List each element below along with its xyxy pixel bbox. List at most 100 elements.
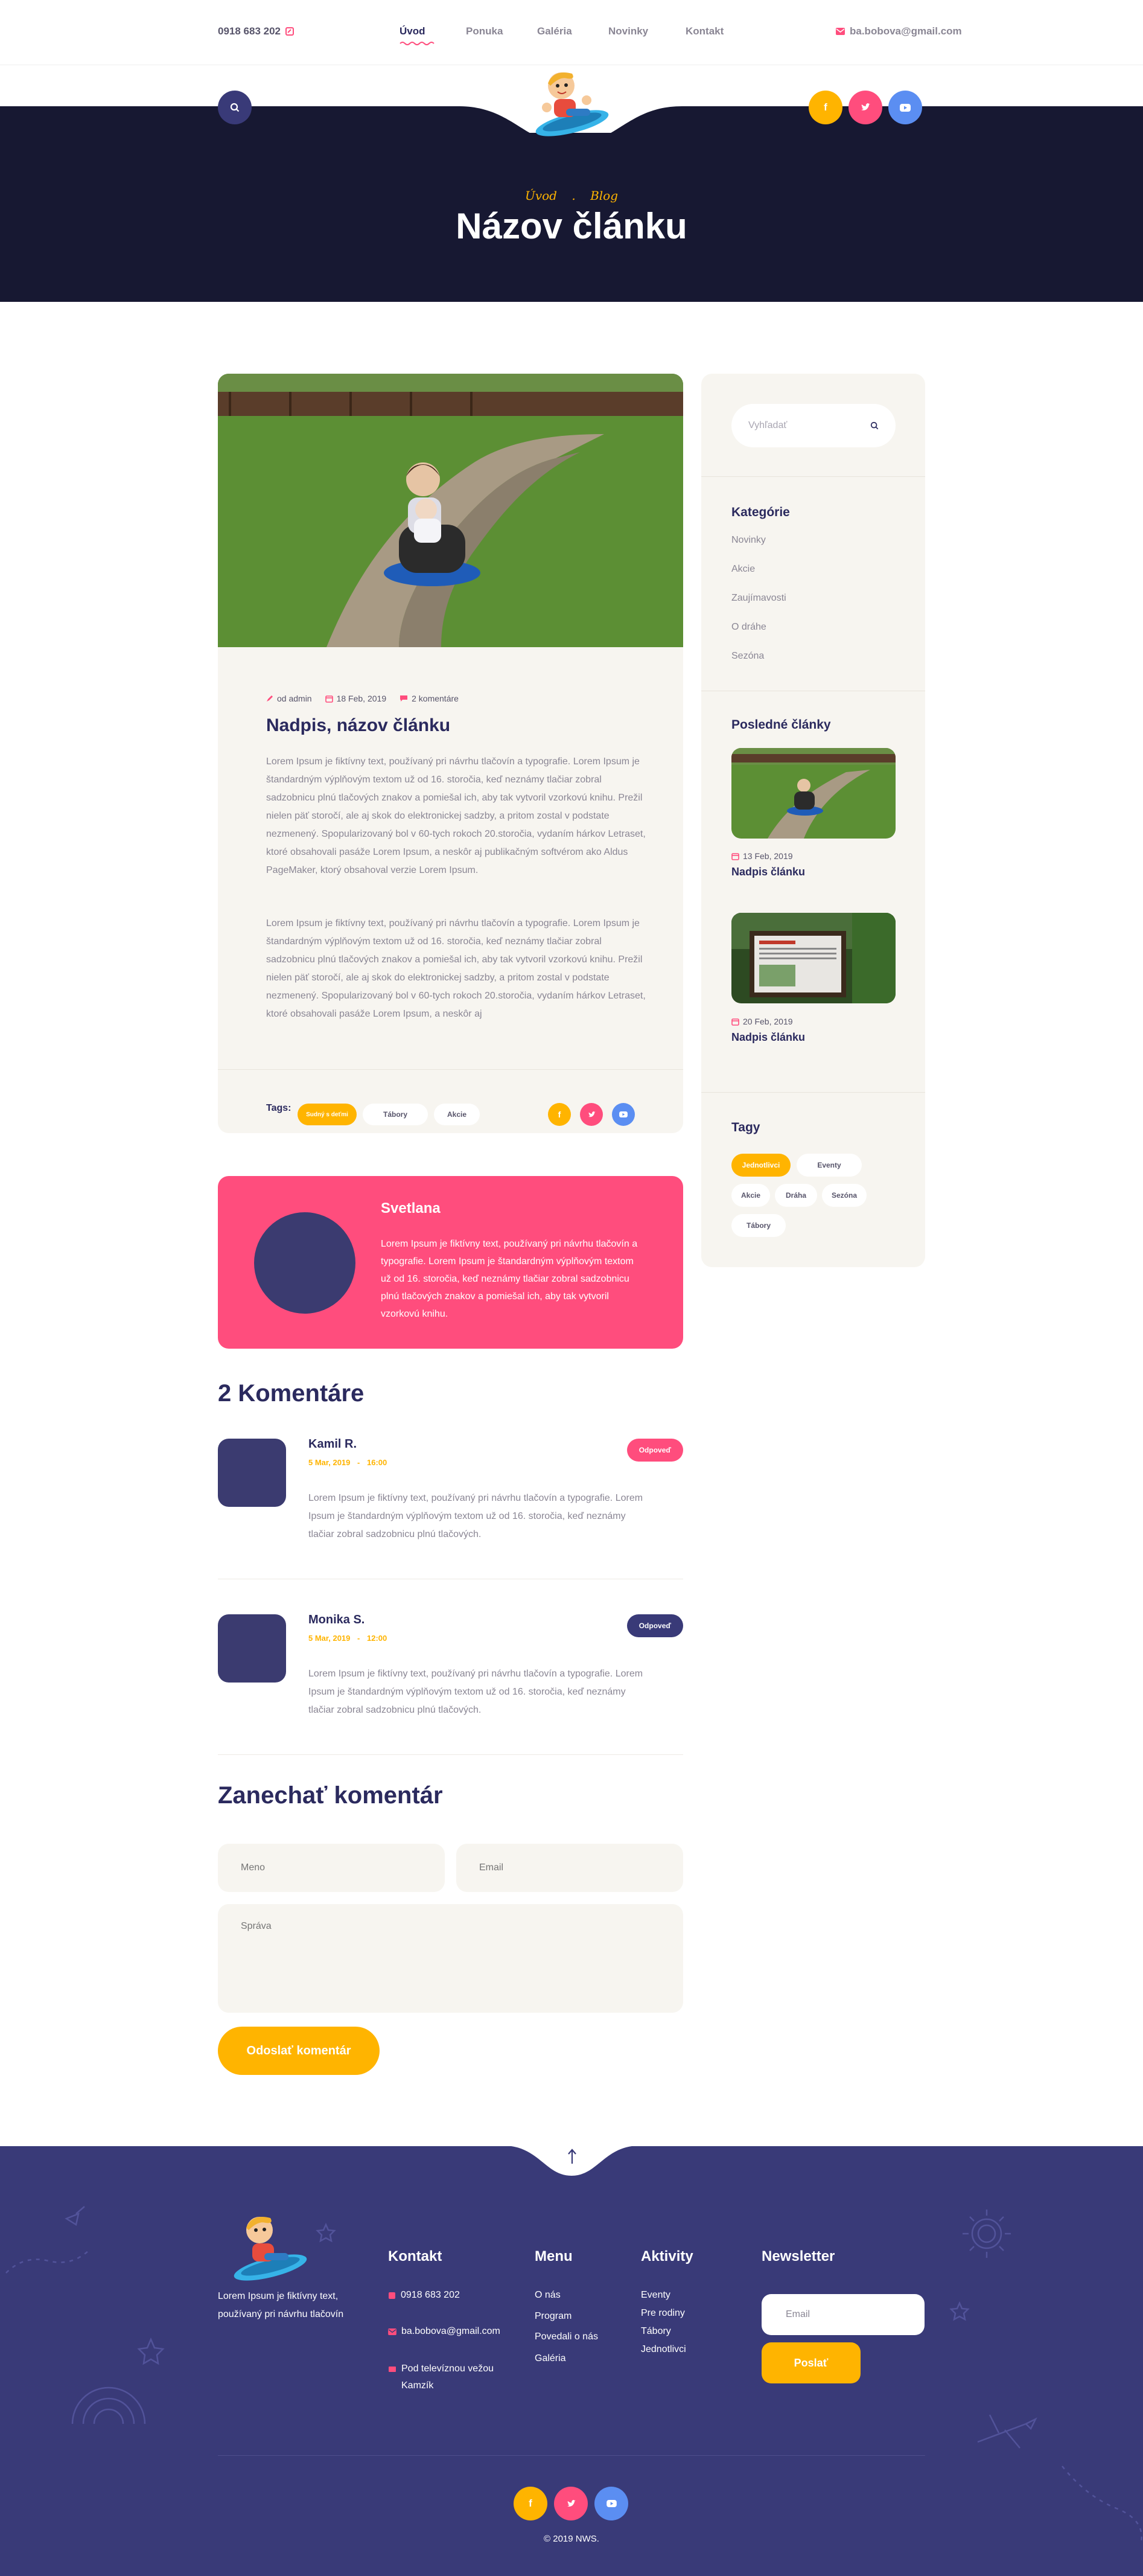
- post-comments-count[interactable]: 2 komentáre: [400, 694, 459, 703]
- footer-activity-link[interactable]: Tábory: [641, 2326, 671, 2337]
- post-paragraph-2: Lorem Ipsum je fiktívny text, používaný …: [266, 918, 646, 1019]
- page-title: Názov článku: [456, 206, 687, 246]
- header-phone-text: 0918 683 202: [218, 25, 281, 37]
- category-link[interactable]: Sezóna: [731, 651, 764, 662]
- newsletter-submit-button[interactable]: Poslať: [762, 2342, 861, 2383]
- sidebar-tag[interactable]: Jednotlivci: [731, 1154, 791, 1177]
- post-tag-2[interactable]: Tábory: [363, 1104, 428, 1125]
- footer-activity-link[interactable]: Jednotlivci: [641, 2344, 686, 2355]
- sidebar-tag[interactable]: Sezóna: [822, 1184, 867, 1207]
- comments-heading: 2 Komentáre: [218, 1380, 365, 1407]
- reply-button[interactable]: Odpoveď: [626, 1614, 683, 1637]
- comment-author: Kamil R.: [308, 1437, 357, 1451]
- nav-item-novinky[interactable]: Novinky: [608, 25, 686, 37]
- footer-menu-link[interactable]: Program: [535, 2311, 572, 2322]
- search-icon: [870, 421, 879, 430]
- post-paragraph-1: Lorem Ipsum je fiktívny text, používaný …: [266, 756, 646, 875]
- comment-avatar: [218, 1614, 286, 1683]
- footer-logo[interactable]: [222, 2210, 313, 2287]
- recent-post-date: 13 Feb, 2019: [731, 851, 793, 861]
- search-toggle-button[interactable]: [218, 91, 252, 124]
- header-phone[interactable]: 0918 683 202: [218, 25, 294, 37]
- nav-item-kontakt[interactable]: Kontakt: [686, 25, 724, 37]
- newsletter-email-input[interactable]: Email: [762, 2294, 925, 2335]
- footer-youtube-icon[interactable]: [594, 2487, 628, 2520]
- top-bar: 0918 683 202 Úvod Ponuka Galéria Novinky…: [0, 0, 1143, 65]
- footer-activity-link[interactable]: Eventy: [641, 2290, 670, 2301]
- tags-label: Tags:: [266, 1103, 291, 1113]
- categories-title: Kategórie: [731, 505, 790, 519]
- comment-author: Monika S.: [308, 1613, 365, 1626]
- header-email[interactable]: ba.bobova@gmail.com: [836, 25, 962, 37]
- footer-menu-link[interactable]: O nás: [535, 2290, 561, 2301]
- category-link[interactable]: Zaujímavosti: [731, 593, 786, 604]
- nav-item-ponuka[interactable]: Ponuka: [466, 25, 537, 37]
- footer-facebook-icon[interactable]: f: [514, 2487, 547, 2520]
- breadcrumb: Úvod . Blog: [524, 188, 618, 203]
- search-icon: [230, 103, 240, 112]
- author-name: Svetlana: [381, 1200, 441, 1216]
- youtube-icon[interactable]: [888, 91, 922, 124]
- sidebar-tag[interactable]: Dráha: [775, 1184, 817, 1207]
- footer-about: Lorem Ipsum je fiktívny text, používaný …: [218, 2291, 344, 2319]
- category-link[interactable]: O dráhe: [731, 622, 766, 633]
- post-date: 18 Feb, 2019: [325, 694, 386, 703]
- comment-form-heading: Zanechať komentár: [218, 1782, 443, 1809]
- post-title: Nadpis, názov článku: [266, 715, 451, 735]
- calendar-icon: [731, 852, 739, 860]
- newsletter-title: Newsletter: [762, 2248, 835, 2264]
- comment-text: Lorem Ipsum je fiktívny text, používaný …: [308, 1669, 643, 1715]
- twitter-icon[interactable]: [848, 91, 882, 124]
- location-icon: [389, 2367, 396, 2372]
- footer-twitter-icon[interactable]: [554, 2487, 588, 2520]
- share-facebook-icon[interactable]: f: [548, 1103, 571, 1126]
- phone-icon: [389, 2292, 395, 2299]
- calendar-icon: [731, 1018, 739, 1026]
- active-underline: [400, 42, 435, 45]
- recent-post-title[interactable]: Nadpis článku: [731, 866, 805, 878]
- divider: [701, 1092, 925, 1093]
- footer-menu-link[interactable]: Galéria: [535, 2353, 566, 2364]
- sidebar-tag[interactable]: Eventy: [797, 1154, 862, 1177]
- author-box: Svetlana Lorem Ipsum je fiktívny text, p…: [218, 1176, 683, 1349]
- comment-date: 5 Mar, 2019 - 16:00: [308, 1458, 387, 1467]
- comment-date: 5 Mar, 2019 - 12:00: [308, 1634, 387, 1643]
- author-avatar: [254, 1212, 355, 1314]
- sidebar-tag[interactable]: Akcie: [731, 1184, 770, 1207]
- footer-email[interactable]: ba.bobova@gmail.com: [388, 2326, 500, 2337]
- post-author[interactable]: od admin: [266, 694, 312, 703]
- mascot-logo[interactable]: [524, 65, 614, 142]
- nav-item-galeria[interactable]: Galéria: [537, 25, 608, 37]
- facebook-icon[interactable]: f: [809, 91, 842, 124]
- footer-divider: [218, 2455, 925, 2456]
- recent-post-image[interactable]: [731, 913, 896, 1003]
- post-tag-3[interactable]: Akcie: [434, 1104, 480, 1125]
- footer-phone[interactable]: 0918 683 202: [388, 2290, 460, 2301]
- nav-item-uvod[interactable]: Úvod: [400, 25, 466, 45]
- share-youtube-icon[interactable]: [612, 1103, 635, 1126]
- category-link[interactable]: Akcie: [731, 564, 755, 575]
- sidebar-search[interactable]: Vyhľadať: [731, 404, 896, 447]
- breadcrumb-home[interactable]: Úvod: [525, 188, 557, 203]
- footer-contact-title: Kontakt: [388, 2248, 442, 2264]
- name-input[interactable]: [218, 1844, 445, 1892]
- sidebar-tag[interactable]: Tábory: [731, 1214, 786, 1237]
- footer-menu-link[interactable]: Povedali o nás: [535, 2332, 598, 2342]
- back-to-top-arrow-icon[interactable]: [567, 2149, 577, 2164]
- footer-activity-link[interactable]: Pre rodiny: [641, 2308, 685, 2319]
- post-tag-1[interactable]: Sudný s deťmi: [298, 1104, 357, 1125]
- message-textarea[interactable]: [218, 1904, 683, 2013]
- recent-post-image[interactable]: [731, 748, 896, 839]
- mail-icon: [836, 28, 845, 35]
- share-twitter-icon[interactable]: [580, 1103, 603, 1126]
- recent-post-title[interactable]: Nadpis článku: [731, 1031, 805, 1044]
- divider: [218, 1069, 683, 1070]
- post-image: [218, 374, 683, 647]
- breadcrumb-current: Blog: [590, 188, 618, 203]
- comment-icon: [400, 695, 408, 702]
- category-link[interactable]: Novinky: [731, 535, 766, 546]
- reply-button[interactable]: Odpoveď: [626, 1439, 683, 1462]
- mail-icon: [388, 2328, 396, 2335]
- submit-comment-button[interactable]: Odoslať komentár: [218, 2027, 380, 2075]
- email-input[interactable]: [456, 1844, 683, 1892]
